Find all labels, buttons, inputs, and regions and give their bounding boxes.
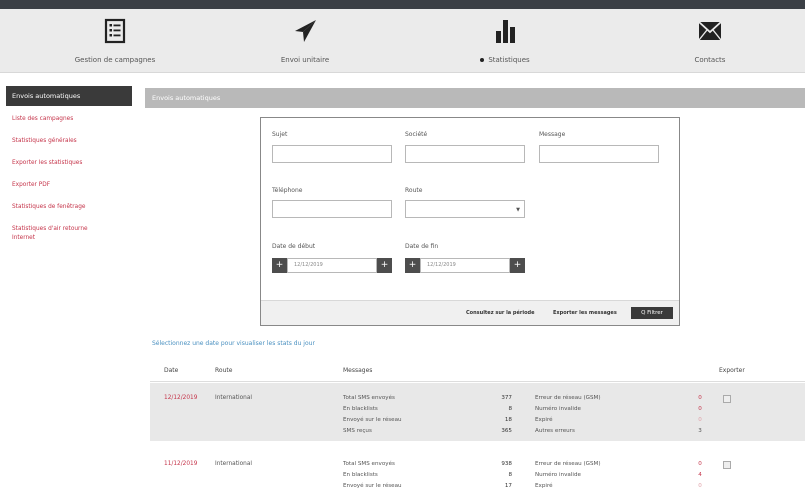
route-label: Route	[405, 187, 423, 194]
top-dark-bar	[0, 0, 805, 9]
bar-chart-icon	[496, 20, 515, 43]
export-messages-link[interactable]: Exporter les messages	[553, 310, 617, 316]
chevron-down-icon: ▼	[516, 207, 520, 213]
error-value: 0	[698, 395, 702, 401]
sidebar: Envois automatiques Liste des campagnes …	[6, 86, 132, 243]
error-value: 0	[698, 461, 702, 467]
table-row: 12/12/2019 International Total SMS envoy…	[150, 383, 805, 441]
error-label: Numéro invalide	[535, 472, 581, 478]
telephone-label: Téléphone	[272, 187, 303, 194]
nav-envoi-unitaire[interactable]: Envoi unitaire	[255, 9, 355, 73]
row-date-link[interactable]: 12/12/2019	[164, 395, 197, 401]
header-exporter: Exporter	[719, 367, 745, 374]
societe-label: Société	[405, 131, 428, 138]
nav-label-text: Statistiques	[488, 56, 530, 64]
error-value: 4	[698, 472, 702, 478]
sujet-label: Sujet	[272, 131, 288, 138]
nav-label: Gestion de campagnes	[74, 56, 156, 64]
sidebar-link-label: Statistiques d'air retourne	[12, 226, 88, 232]
date-debut-label: Date de début	[272, 243, 316, 250]
active-indicator-dot	[480, 58, 485, 62]
filter-form: Sujet Société Message Téléphone Route ▼ …	[260, 117, 680, 326]
date-fin-decrement-button[interactable]: +	[405, 258, 420, 273]
date-debut-decrement-button[interactable]: +	[272, 258, 287, 273]
stat-label: En blacklists	[343, 472, 378, 478]
nav-contacts[interactable]: Contacts	[670, 9, 750, 73]
message-input[interactable]	[539, 145, 659, 163]
row-date-link[interactable]: 11/12/2019	[164, 461, 197, 467]
sidebar-link-liste-campagnes[interactable]: Liste des campagnes	[6, 115, 132, 124]
stat-label: Total SMS envoyés	[343, 395, 395, 401]
nav-label-active: Statistiques	[460, 56, 550, 64]
paper-plane-icon	[295, 20, 316, 42]
sidebar-link-exporter-pdf[interactable]: Exporter PDF	[6, 181, 132, 190]
error-value: 3	[698, 428, 702, 434]
sidebar-link-label: Internet	[12, 235, 36, 241]
error-label: Autres erreurs	[535, 428, 575, 434]
nav-label: Contacts	[694, 56, 726, 64]
nav-gestion-campagnes[interactable]: Gestion de campagnes	[55, 9, 175, 73]
row-route: International	[215, 461, 252, 467]
date-debut-input[interactable]: 12/12/2019	[287, 258, 377, 273]
error-value: 0	[698, 417, 702, 423]
stat-label: Envoyé sur le réseau	[343, 417, 402, 423]
section-title-bar: Envois automatiques	[145, 88, 805, 108]
telephone-input[interactable]	[272, 200, 392, 218]
error-value: 0	[698, 483, 702, 489]
row-route: International	[215, 395, 252, 401]
date-fin-input[interactable]: 12/12/2019	[420, 258, 510, 273]
table-row: 11/12/2019 International Total SMS envoy…	[150, 446, 805, 495]
date-fin-picker: + 12/12/2019 +	[405, 258, 525, 273]
error-label: Expiré	[535, 417, 553, 423]
error-label: Erreur de réseau (GSM)	[535, 395, 601, 401]
list-icon	[104, 18, 126, 44]
stat-value: 8	[508, 406, 512, 412]
date-debut-picker: + 12/12/2019 +	[272, 258, 392, 273]
stat-label: SMS reçus	[343, 428, 372, 434]
stat-value: 18	[504, 417, 512, 423]
date-debut-increment-button[interactable]: +	[377, 258, 392, 273]
stat-label: Total SMS envoyés	[343, 461, 395, 467]
sidebar-item-envois-automatiques[interactable]: Envois automatiques	[6, 86, 132, 106]
filter-button[interactable]: Q Filtrer	[631, 307, 673, 319]
nav-statistiques[interactable]: Statistiques	[460, 9, 550, 73]
stat-value: 8	[508, 472, 512, 478]
export-checkbox[interactable]	[723, 395, 731, 403]
info-text: Sélectionnez une date pour visualiser le…	[152, 340, 315, 347]
stat-value: 365	[501, 428, 512, 434]
error-label: Numéro invalide	[535, 406, 581, 412]
sidebar-link-exporter-statistiques[interactable]: Exporter les statistiques	[6, 159, 132, 168]
stat-value: 377	[501, 395, 512, 401]
stat-value: 17	[504, 483, 512, 489]
error-value: 0	[698, 406, 702, 412]
nav-label: Envoi unitaire	[280, 56, 330, 64]
stat-label: En blacklists	[343, 406, 378, 412]
stat-label: Envoyé sur le réseau	[343, 483, 402, 489]
header-date: Date	[164, 367, 179, 374]
sidebar-link-statistiques-air-retourne[interactable]: Statistiques d'air retourne Internet	[6, 225, 132, 243]
envelope-icon	[698, 21, 722, 41]
error-label: Expiré	[535, 483, 553, 489]
sidebar-link-statistiques-fenetrage[interactable]: Statistiques de fenêtrage	[6, 203, 132, 212]
date-fin-label: Date de fin	[405, 243, 439, 250]
sidebar-link-statistiques-generales[interactable]: Statistiques générales	[6, 137, 132, 146]
societe-input[interactable]	[405, 145, 525, 163]
date-fin-increment-button[interactable]: +	[510, 258, 525, 273]
main-navigation: Gestion de campagnes Envoi unitaire Stat…	[0, 9, 805, 73]
error-label: Erreur de réseau (GSM)	[535, 461, 601, 467]
export-checkbox[interactable]	[723, 461, 731, 469]
route-select[interactable]: ▼	[405, 200, 525, 218]
filter-footer: Consultez sur la période Exporter les me…	[261, 300, 679, 325]
header-route: Route	[215, 367, 233, 374]
sujet-input[interactable]	[272, 145, 392, 163]
message-label: Message	[539, 131, 566, 138]
stat-value: 938	[501, 461, 512, 467]
header-messages: Messages	[343, 367, 373, 374]
consult-period-link[interactable]: Consultez sur la période	[466, 310, 534, 316]
table-header: Date Route Messages Exporter	[150, 360, 805, 382]
